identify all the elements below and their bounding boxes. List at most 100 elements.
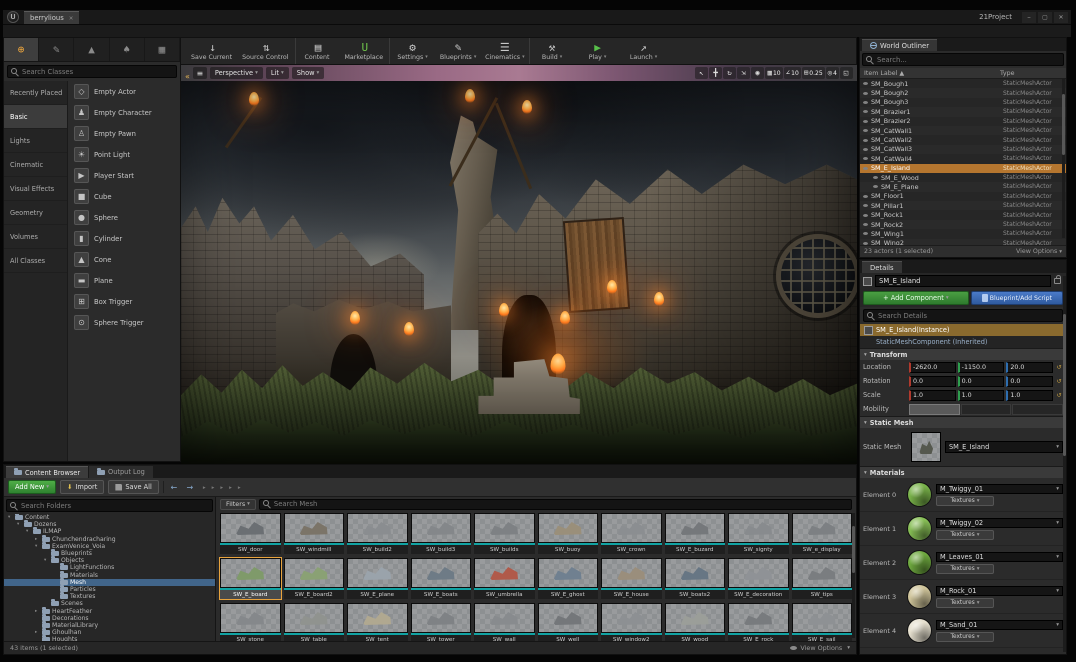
asset-tile[interactable]: SW_door (220, 513, 281, 554)
folder-row[interactable]: ▸ Ghoulhan (4, 629, 215, 636)
visibility-eye-icon[interactable] (863, 92, 868, 95)
place-category[interactable]: Lights (4, 129, 67, 153)
outliner-row[interactable]: SM_E_Island StaticMeshActor (860, 164, 1066, 173)
asset-tile[interactable]: SW_windmill (284, 513, 345, 554)
expander-icon[interactable]: ▾ (44, 558, 49, 563)
viewport-tool-button[interactable]: ◉ (751, 67, 764, 79)
asset-tile[interactable]: SW_E_rock (728, 603, 789, 641)
place-item[interactable]: ▶ Player Start (68, 165, 180, 186)
lit-menu[interactable]: Lit (266, 67, 289, 79)
outliner-row[interactable]: SM_Bough1 StaticMeshActor (860, 79, 1066, 88)
outliner-row[interactable]: SM_Bough2 StaticMeshActor (860, 88, 1066, 97)
section-materials[interactable]: Materials (860, 466, 1066, 478)
visibility-eye-icon[interactable] (863, 195, 868, 198)
material-combo[interactable]: M_Twiggy_02 (936, 518, 1063, 528)
tab-world-outliner[interactable]: World Outliner (862, 39, 937, 51)
asset-tile[interactable]: SW_tent (347, 603, 408, 641)
asset-tile[interactable]: SW_tips (792, 558, 853, 599)
asset-tile[interactable]: SW_E_board2 (284, 558, 345, 599)
static-mesh-combo[interactable]: SM_E_Island (945, 441, 1063, 453)
viewport-tool-button[interactable]: ⊞ 0.25 (802, 67, 825, 79)
column-item-label[interactable]: Item Label ▲ (864, 70, 1000, 77)
z-value-field[interactable]: 20.0 (1006, 362, 1053, 373)
close-icon[interactable] (1054, 12, 1068, 23)
visibility-eye-icon[interactable] (873, 176, 878, 179)
content-browser-tab[interactable]: Output Log (89, 466, 153, 478)
toolbar-button[interactable]: ⚙ Settings▾ (389, 38, 435, 64)
details-search[interactable] (863, 309, 1063, 322)
expander-icon[interactable]: ▸ (35, 609, 40, 614)
show-menu[interactable]: Show (292, 67, 325, 79)
asset-tile[interactable]: SW_E_boats (411, 558, 472, 599)
outliner-view-options[interactable]: View Options (1016, 248, 1062, 255)
visibility-eye-icon[interactable] (863, 110, 868, 113)
asset-tile[interactable]: SW_build3 (411, 513, 472, 554)
perspective-menu[interactable]: Perspective (210, 67, 263, 79)
toolbar-button[interactable]: ✎ Blueprints▾ (435, 38, 481, 64)
place-item[interactable]: ● Sphere (68, 207, 180, 228)
folder-row[interactable]: Houghts (4, 636, 215, 641)
outliner-row[interactable]: SM_CatWall3 StaticMeshActor (860, 145, 1066, 154)
asset-tile[interactable]: SW_signty (728, 513, 789, 554)
component-row-staticmesh[interactable]: StaticMeshComponent (Inherited) (860, 336, 1066, 348)
save-all-button[interactable]: Save All (108, 480, 158, 494)
material-combo[interactable]: M_Sand_01 (936, 620, 1063, 630)
static-mesh-thumbnail[interactable] (911, 432, 941, 462)
asset-tile[interactable]: SW_builds (474, 513, 535, 554)
folder-row[interactable]: Scenes (4, 600, 215, 607)
expander-icon[interactable]: ▸ (35, 537, 40, 542)
restore-icon[interactable] (1038, 12, 1052, 23)
breadcrumb-item[interactable] (235, 483, 244, 491)
toolbar-button[interactable]: ☰ Cinematics▾ (481, 38, 528, 64)
expander-icon[interactable]: ▾ (17, 522, 22, 527)
outliner-scrollbar[interactable] (1062, 78, 1065, 238)
asset-tile[interactable]: SW_E_plane (347, 558, 408, 599)
content-browser-tab[interactable]: Content Browser (6, 466, 88, 478)
asset-scrollbar[interactable] (852, 513, 855, 638)
folder-row[interactable]: ▸ Chunchendracharing (4, 536, 215, 543)
material-combo[interactable]: M_Leaves_01 (936, 552, 1063, 562)
y-value-field[interactable]: -1150.0 (958, 362, 1005, 373)
add-component-button[interactable]: + Add Component (863, 291, 969, 305)
asset-tile[interactable]: SW_table (284, 603, 345, 641)
folder-row[interactable]: ▾ ILMAP (4, 528, 215, 535)
place-category[interactable]: Visual Effects (4, 177, 67, 201)
asset-search-input[interactable] (274, 500, 851, 508)
asset-tile[interactable]: SW_stone (220, 603, 281, 641)
outliner-search[interactable] (862, 53, 1064, 66)
asset-tile[interactable]: SW_E_sail (792, 603, 853, 641)
place-category[interactable]: Geometry (4, 201, 67, 225)
visibility-eye-icon[interactable] (863, 232, 868, 235)
section-transform[interactable]: Transform (860, 348, 1066, 360)
place-item[interactable]: ▬ Plane (68, 270, 180, 291)
material-combo[interactable]: M_Twiggy_01 (936, 484, 1063, 494)
outliner-row[interactable]: SM_Rock2 StaticMeshActor (860, 220, 1066, 229)
y-value-field[interactable]: 1.0 (958, 390, 1005, 401)
actor-name-field[interactable]: SM_E_Island (875, 275, 1051, 287)
place-category[interactable]: Basic (4, 105, 67, 129)
details-scrollbar[interactable] (1063, 276, 1066, 652)
reset-icon[interactable] (1055, 364, 1063, 371)
section-static-mesh[interactable]: Static Mesh (860, 416, 1066, 428)
asset-tile[interactable]: SW_tower (411, 603, 472, 641)
visibility-eye-icon[interactable] (863, 157, 868, 160)
back-arrow-icon[interactable]: ← (168, 481, 180, 493)
toolbar-button[interactable]: ↓ Save Current (187, 38, 238, 64)
asset-tile[interactable]: SW_E_decoration (728, 558, 789, 599)
z-value-field[interactable]: 0.0 (1006, 376, 1053, 387)
folder-row[interactable]: Particles (4, 586, 215, 593)
material-textures-button[interactable]: Textures (936, 564, 994, 574)
asset-tile[interactable]: SW_E_buzard (665, 513, 726, 554)
toolbar-button[interactable]: ▶ Play▾ (575, 38, 621, 64)
toolbar-button[interactable]: ↗ Launch▾ (621, 38, 667, 64)
reset-icon[interactable] (1055, 392, 1063, 399)
folder-row[interactable]: LightFunctions (4, 564, 215, 571)
expander-icon[interactable]: ▾ (26, 529, 31, 534)
breadcrumb-item[interactable] (200, 483, 209, 491)
tab-details[interactable]: Details (862, 261, 902, 273)
close-tab-icon[interactable] (69, 14, 74, 22)
asset-tile[interactable]: SW_build2 (347, 513, 408, 554)
folder-row[interactable]: Textures (4, 593, 215, 600)
visibility-eye-icon[interactable] (863, 82, 868, 85)
folder-search[interactable] (6, 499, 213, 512)
